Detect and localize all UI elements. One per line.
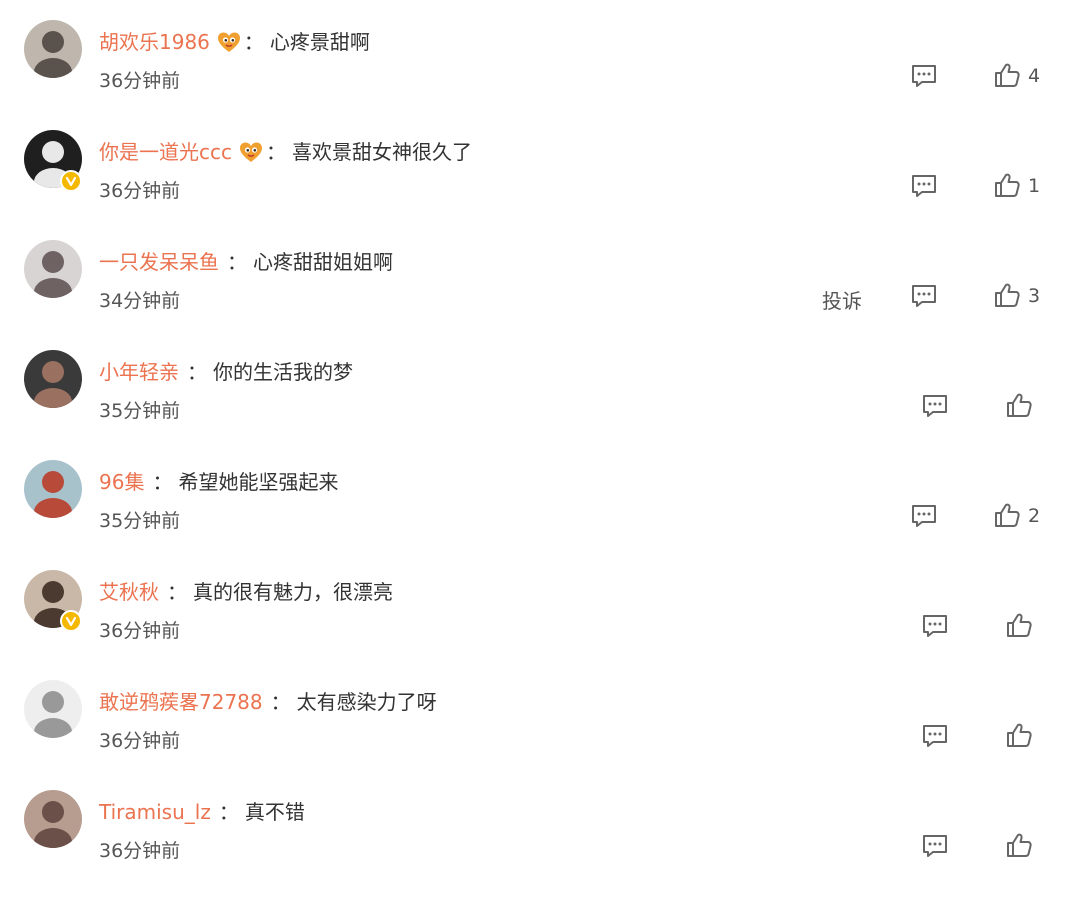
username-link[interactable]: 你是一道光ccc bbox=[99, 136, 232, 168]
comment-line: 胡欢乐1986 ：心疼景甜啊 bbox=[99, 26, 370, 58]
comment-line: 一只发呆呆鱼 ：心疼甜甜姐姐啊 bbox=[99, 246, 393, 278]
separator: ： bbox=[270, 690, 291, 714]
separator: ： bbox=[227, 250, 247, 274]
thumbs-up-icon[interactable] bbox=[993, 282, 1021, 308]
reply-comment-icon[interactable] bbox=[910, 283, 938, 309]
avatar[interactable] bbox=[24, 240, 82, 298]
comment-item: 小年轻亲 ：你的生活我的梦 35分钟前 bbox=[0, 350, 1080, 460]
reply-comment-icon[interactable] bbox=[910, 173, 938, 199]
reply-comment-icon[interactable] bbox=[910, 503, 938, 529]
comment-text: 心疼景甜啊 bbox=[269, 30, 370, 54]
reply-comment-icon[interactable] bbox=[910, 63, 938, 89]
reply-comment-icon[interactable] bbox=[921, 833, 949, 859]
thumbs-up-icon[interactable] bbox=[993, 172, 1021, 198]
avatar[interactable] bbox=[24, 680, 82, 738]
comment-item: 一只发呆呆鱼 ：心疼甜甜姐姐啊 34分钟前 投诉 3 bbox=[0, 240, 1080, 350]
avatar[interactable] bbox=[24, 460, 82, 518]
thumbs-up-icon[interactable] bbox=[993, 62, 1021, 88]
comment-time: 36分钟前 bbox=[99, 180, 181, 202]
comment-text: 真不错 bbox=[244, 800, 305, 824]
comment-line: Tiramisu_lz ：真不错 bbox=[99, 796, 305, 828]
comment-time: 35分钟前 bbox=[99, 400, 181, 422]
reply-comment-icon[interactable] bbox=[921, 393, 949, 419]
like-count: 2 bbox=[1028, 505, 1041, 527]
comment-time: 36分钟前 bbox=[99, 840, 181, 862]
comment-line: 敢逆鸦蒺畧72788 ：太有感染力了呀 bbox=[99, 686, 437, 718]
like-count: 1 bbox=[1028, 175, 1041, 197]
reply-comment-icon[interactable] bbox=[921, 723, 949, 749]
comment-item: 你是一道光ccc ：喜欢景甜女神很久了 36分钟前 1 bbox=[0, 130, 1080, 240]
fan-badge-icon bbox=[216, 30, 242, 54]
comment-text: 喜欢景甜女神很久了 bbox=[292, 140, 472, 164]
separator: ： bbox=[152, 470, 173, 494]
comment-time: 36分钟前 bbox=[99, 70, 181, 92]
comment-item: 敢逆鸦蒺畧72788 ：太有感染力了呀 36分钟前 bbox=[0, 680, 1080, 790]
thumbs-up-icon[interactable] bbox=[1005, 612, 1033, 638]
username-link[interactable]: 一只发呆呆鱼 bbox=[99, 246, 219, 278]
avatar[interactable] bbox=[24, 790, 82, 848]
avatar[interactable] bbox=[24, 20, 82, 78]
separator: ： bbox=[266, 140, 286, 164]
comment-line: 96集 ：希望她能坚强起来 bbox=[99, 466, 338, 498]
username-link[interactable]: 敢逆鸦蒺畧72788 bbox=[99, 686, 263, 718]
comment-item: 胡欢乐1986 ：心疼景甜啊 36分钟前 4 bbox=[0, 20, 1080, 130]
comment-item: 艾秋秋 ：真的很有魅力，很漂亮 36分钟前 bbox=[0, 570, 1080, 680]
username-link[interactable]: 艾秋秋 bbox=[99, 576, 159, 608]
comment-text: 心疼甜甜姐姐啊 bbox=[253, 250, 393, 274]
thumbs-up-icon[interactable] bbox=[1005, 392, 1033, 418]
fan-badge-icon bbox=[238, 140, 264, 164]
separator: ： bbox=[243, 30, 264, 54]
reply-comment-icon[interactable] bbox=[921, 613, 949, 639]
comment-line: 你是一道光ccc ：喜欢景甜女神很久了 bbox=[99, 136, 472, 168]
comment-time: 35分钟前 bbox=[99, 510, 181, 532]
verified-v-icon bbox=[60, 610, 82, 632]
username-link[interactable]: 96集 bbox=[99, 466, 144, 498]
verified-v-icon bbox=[60, 170, 82, 192]
thumbs-up-icon[interactable] bbox=[993, 502, 1021, 528]
comment-line: 小年轻亲 ：你的生活我的梦 bbox=[99, 356, 353, 388]
comment-text: 太有感染力了呀 bbox=[296, 690, 437, 714]
comment-text: 希望她能坚强起来 bbox=[178, 470, 339, 494]
thumbs-up-icon[interactable] bbox=[1005, 832, 1033, 858]
comment-item: 96集 ：希望她能坚强起来 35分钟前 2 bbox=[0, 460, 1080, 570]
username-link[interactable]: 小年轻亲 bbox=[99, 356, 179, 388]
separator: ： bbox=[218, 800, 239, 824]
comment-item: Tiramisu_lz ：真不错 36分钟前 bbox=[0, 790, 1080, 900]
separator: ： bbox=[167, 580, 187, 604]
comment-text: 你的生活我的梦 bbox=[213, 360, 353, 384]
avatar[interactable] bbox=[24, 350, 82, 408]
comment-time: 36分钟前 bbox=[99, 730, 181, 752]
like-count: 4 bbox=[1028, 65, 1041, 87]
comment-text: 真的很有魅力，很漂亮 bbox=[193, 580, 393, 604]
thumbs-up-icon[interactable] bbox=[1005, 722, 1033, 748]
separator: ： bbox=[187, 360, 207, 384]
comment-time: 36分钟前 bbox=[99, 620, 181, 642]
username-link[interactable]: Tiramisu_lz bbox=[99, 796, 211, 828]
comment-line: 艾秋秋 ：真的很有魅力，很漂亮 bbox=[99, 576, 393, 608]
comment-list: 胡欢乐1986：心疼景甜啊 36分钟前 4 你是一道光ccc：喜欢景甜女神很久了 36分… bbox=[0, 0, 1080, 878]
report-button[interactable]: 投诉 bbox=[822, 286, 862, 316]
username-link[interactable]: 胡欢乐1986 bbox=[99, 26, 210, 58]
like-count: 3 bbox=[1028, 285, 1041, 307]
comment-time: 34分钟前 bbox=[99, 290, 181, 312]
